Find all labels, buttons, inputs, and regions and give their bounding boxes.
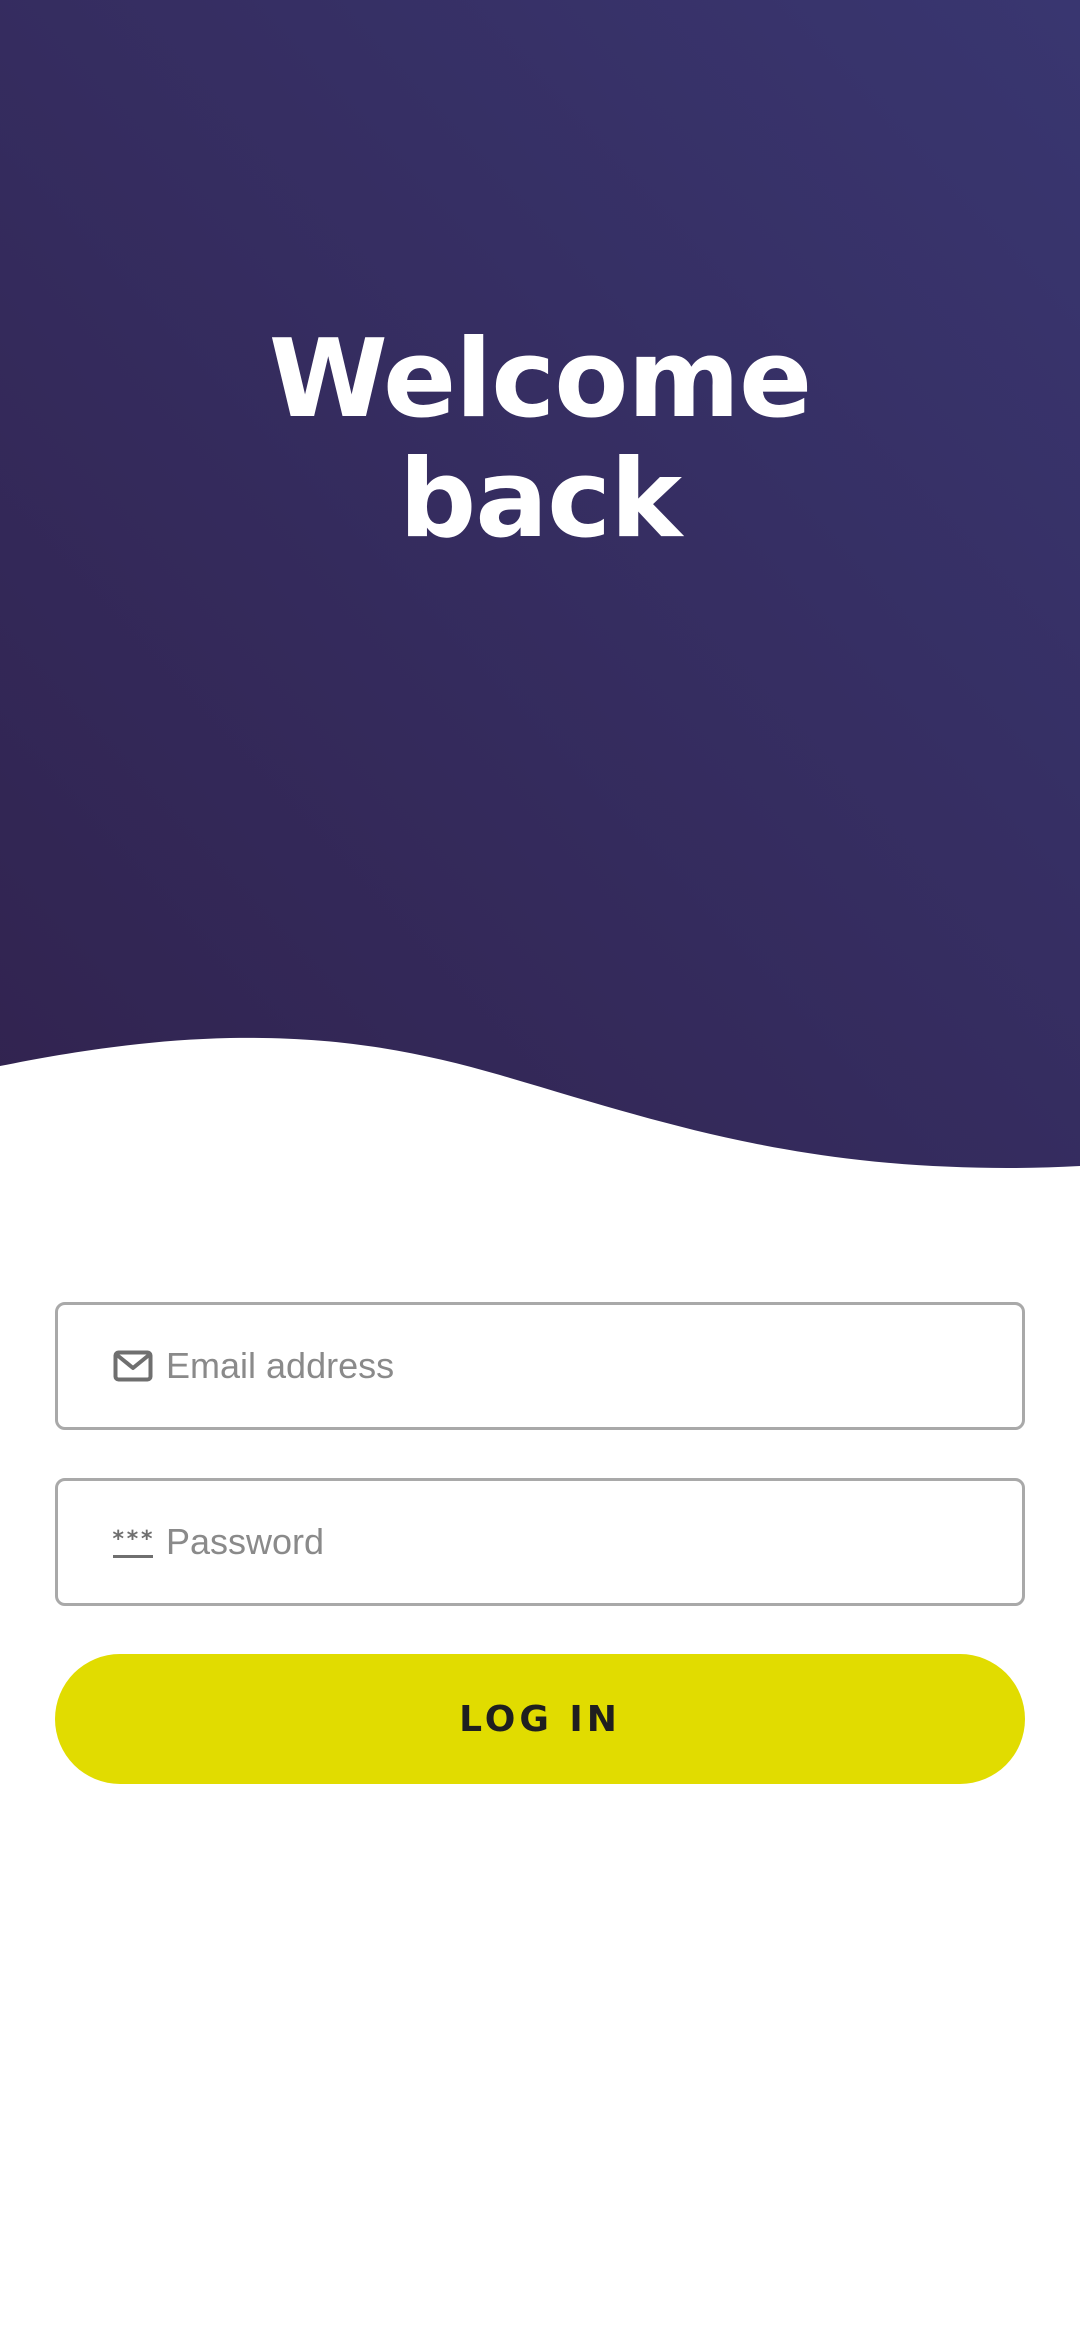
login-button[interactable]: LOG IN bbox=[55, 1654, 1025, 1784]
hero-header: Welcome back bbox=[0, 0, 1080, 1175]
hero-wave-background bbox=[0, 0, 1080, 1168]
password-field[interactable]: *** bbox=[55, 1478, 1025, 1606]
welcome-title: Welcome back bbox=[0, 320, 1080, 560]
password-icon-glyph: *** bbox=[111, 1527, 155, 1552]
password-icon-underline bbox=[113, 1555, 153, 1558]
email-field[interactable] bbox=[55, 1302, 1025, 1430]
password-icon: *** bbox=[111, 1526, 155, 1558]
welcome-title-line-1: Welcome bbox=[268, 317, 813, 442]
email-input[interactable] bbox=[166, 1305, 996, 1427]
login-screen: Welcome back *** LOG IN bbox=[0, 0, 1080, 2340]
password-input[interactable] bbox=[166, 1481, 996, 1603]
welcome-title-line-2: back bbox=[398, 437, 682, 562]
mail-icon bbox=[113, 1350, 153, 1382]
